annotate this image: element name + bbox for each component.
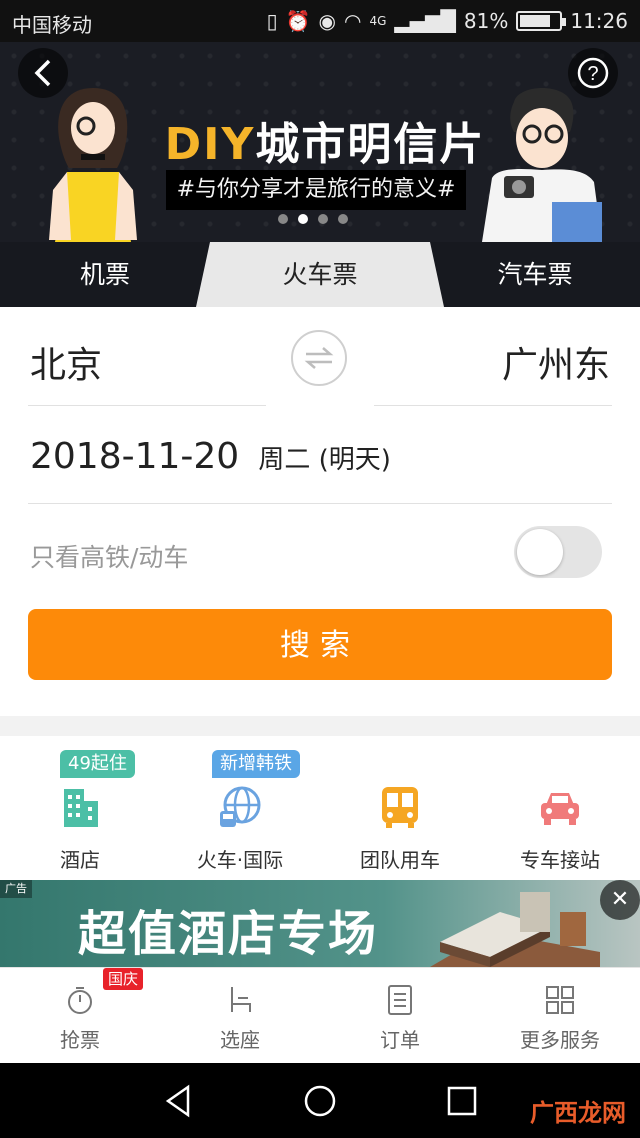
toggle-knob bbox=[517, 529, 563, 575]
bottom-tab-label: 选座 bbox=[220, 1028, 260, 1052]
from-city[interactable]: 北京 bbox=[30, 336, 102, 388]
watermark-text: 广西龙网 bbox=[530, 1099, 626, 1127]
tab-bus[interactable]: 汽车票 bbox=[430, 242, 640, 307]
network-type: 4G bbox=[369, 14, 387, 28]
car-icon bbox=[541, 793, 579, 825]
banner-title-accent: DIY bbox=[164, 119, 256, 170]
alarm-icon: ⏰ bbox=[285, 9, 311, 33]
stopwatch-icon bbox=[68, 987, 92, 1014]
service-group-car[interactable]: 团队用车 bbox=[320, 740, 480, 880]
carousel-dot[interactable] bbox=[318, 214, 328, 224]
carousel-dot-active[interactable] bbox=[298, 214, 308, 224]
carousel-dots bbox=[278, 214, 348, 224]
ad-text: 超值酒店专场 bbox=[78, 906, 379, 962]
vibrate-icon: ▯ bbox=[266, 9, 278, 33]
chevron-left-icon bbox=[34, 59, 51, 87]
high-speed-toggle[interactable] bbox=[514, 526, 602, 578]
bedroom-illustration bbox=[430, 892, 600, 967]
banner-title: DIY城市明信片 bbox=[160, 108, 490, 172]
bottom-tab-grab-ticket[interactable]: 国庆 抢票 bbox=[0, 968, 160, 1064]
service-label: 团队用车 bbox=[360, 848, 440, 872]
bottom-tab-label: 更多服务 bbox=[520, 1028, 600, 1052]
globe-train-icon bbox=[220, 786, 261, 827]
seat-icon bbox=[231, 987, 251, 1012]
nav-home-icon[interactable] bbox=[302, 1083, 338, 1119]
status-bar: 中国移动 ▯ ⏰ ◉ ◠ 4G ▂▄▆█ 81% 11:26 bbox=[0, 0, 640, 42]
boy-illustration bbox=[482, 88, 602, 242]
to-city[interactable]: 广州东 bbox=[502, 336, 610, 388]
close-icon: ✕ bbox=[610, 887, 630, 912]
search-button[interactable]: 搜索 bbox=[28, 609, 612, 680]
hotel-icon bbox=[64, 789, 98, 827]
signal-icon: ▂▄▆█ bbox=[394, 9, 456, 33]
nav-recents-icon[interactable] bbox=[444, 1083, 480, 1119]
back-button[interactable] bbox=[18, 48, 68, 98]
section-divider bbox=[0, 716, 640, 736]
banner-title-text: 城市明信片 bbox=[255, 119, 486, 170]
girl-illustration bbox=[49, 88, 137, 242]
ad-tag: 广告 bbox=[0, 880, 32, 898]
carousel-dot[interactable] bbox=[338, 214, 348, 224]
bottom-tab-orders[interactable]: 订单 bbox=[320, 968, 480, 1064]
banner-subtitle: #与你分享才是旅行的意义# bbox=[166, 170, 466, 210]
bottom-tab-more[interactable]: 更多服务 bbox=[480, 968, 640, 1064]
date-field[interactable]: 2018-11-20 周二 (明天) bbox=[30, 436, 391, 477]
bus-icon bbox=[382, 787, 418, 828]
tab-flight[interactable]: 机票 bbox=[0, 242, 210, 307]
service-station-pickup[interactable]: 专车接站 bbox=[480, 740, 640, 880]
from-city-underline bbox=[28, 405, 266, 406]
bottom-tab-seat[interactable]: 选座 bbox=[160, 968, 320, 1064]
ad-banner[interactable]: 广告 超值酒店专场 ✕ bbox=[0, 880, 640, 967]
status-icons: ▯ ⏰ ◉ ◠ 4G ▂▄▆█ 81% 11:26 bbox=[267, 9, 628, 33]
international-train-badge: 新增韩铁 bbox=[212, 750, 300, 778]
battery-percent: 81% bbox=[463, 9, 509, 33]
wifi-icon: ◠ bbox=[343, 9, 362, 33]
service-label: 酒店 bbox=[60, 848, 100, 872]
to-city-underline bbox=[374, 405, 612, 406]
ad-close-button[interactable]: ✕ bbox=[600, 880, 640, 920]
carousel-dot[interactable] bbox=[278, 214, 288, 224]
eye-icon: ◉ bbox=[318, 9, 336, 33]
order-list-icon bbox=[388, 985, 412, 1015]
holiday-badge: 国庆 bbox=[103, 968, 144, 990]
carrier-name: 中国移动 bbox=[12, 13, 92, 37]
date-underline bbox=[28, 503, 612, 504]
help-button[interactable]: ? bbox=[568, 48, 618, 98]
svg-text:?: ? bbox=[587, 63, 598, 85]
system-nav-bar: 广西龙网 bbox=[0, 1063, 640, 1138]
service-hotel[interactable]: 49起住 酒店 bbox=[0, 740, 160, 880]
tab-train[interactable]: 火车票 bbox=[210, 242, 430, 307]
bottom-tab-label: 订单 bbox=[380, 1028, 420, 1052]
bottom-tab-label: 抢票 bbox=[60, 1028, 100, 1052]
high-speed-filter-label: 只看高铁/动车 bbox=[30, 543, 189, 572]
hotel-badge: 49起住 bbox=[60, 750, 135, 778]
service-label: 火车·国际 bbox=[196, 848, 284, 872]
ticket-type-tabs: 机票 火车票 汽车票 bbox=[0, 242, 640, 307]
service-label: 专车接站 bbox=[520, 848, 600, 872]
clock: 11:26 bbox=[570, 9, 628, 33]
nav-back-icon[interactable] bbox=[160, 1083, 196, 1119]
battery-icon bbox=[516, 11, 567, 31]
swap-cities-button[interactable] bbox=[291, 330, 347, 386]
bottom-tab-bar: 国庆 抢票 选座 订单 更多服务 bbox=[0, 967, 640, 1063]
service-international-train[interactable]: 新增韩铁 火车·国际 bbox=[160, 740, 320, 880]
departure-date: 2018-11-20 bbox=[30, 436, 240, 477]
departure-weekday: 周二 (明天) bbox=[258, 445, 391, 475]
question-circle-icon: ? bbox=[577, 57, 609, 89]
swap-arrows-icon bbox=[304, 347, 334, 369]
grid-icon bbox=[546, 986, 574, 1014]
promo-banner[interactable]: ? DIY城市明信片 #与你分享才是旅行的意义# bbox=[0, 42, 640, 242]
